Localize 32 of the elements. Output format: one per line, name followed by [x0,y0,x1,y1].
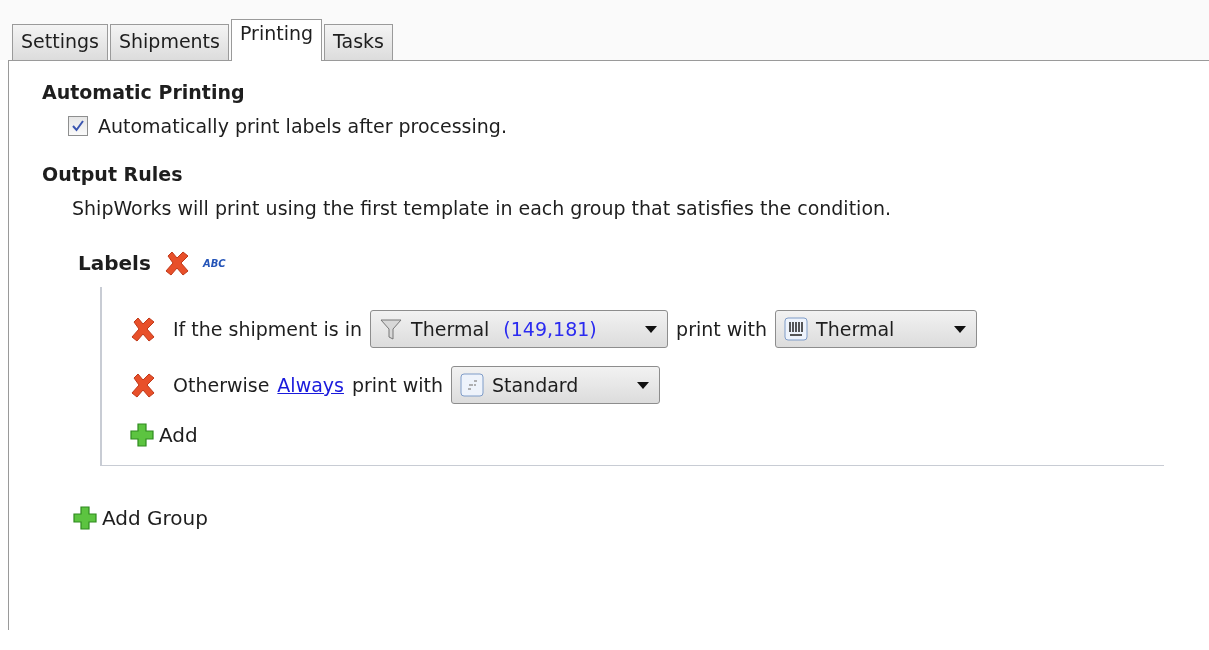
dropdown-arrow-icon [645,325,658,333]
add-rule-button[interactable]: Add [129,413,198,457]
group-name: Labels [78,251,151,275]
delete-icon[interactable] [129,371,157,399]
add-group-button[interactable]: Add Group [72,496,208,540]
rename-link[interactable]: ABC [202,257,226,269]
document-icon [459,373,484,397]
template-dropdown[interactable]: Thermal [775,310,978,348]
checkbox[interactable] [68,116,88,136]
section-heading: Output Rules [42,163,184,185]
tab[interactable]: Shipments [109,24,229,60]
filter-dropdown[interactable]: Thermal (149,181) [370,310,669,348]
rule-text: print with [676,318,768,340]
checkbox-label: Automatically print labels after processing. [98,115,507,137]
dropdown-arrow-icon [636,381,649,389]
delete-icon[interactable] [129,315,157,343]
plus-icon [129,422,155,448]
barcode-icon [784,317,809,341]
template-dropdown[interactable]: Standard [450,366,660,404]
tab[interactable]: Printing [230,19,323,61]
dropdown-arrow-icon [954,325,967,333]
description-text: ShipWorks will print using the first template in each group that satisfies the condition. [72,197,893,219]
tab[interactable]: Settings [12,24,108,60]
funnel-icon [379,317,404,341]
rule-text: print with [351,374,443,396]
rule-text: Otherwise [173,374,270,396]
rule-text: If the shipment is in [173,318,363,340]
plus-icon [72,505,98,531]
check-icon [72,120,84,132]
condition-link[interactable]: Always [277,374,344,396]
section-heading: Automatic Printing [42,81,246,103]
tab[interactable]: Tasks [324,24,393,60]
